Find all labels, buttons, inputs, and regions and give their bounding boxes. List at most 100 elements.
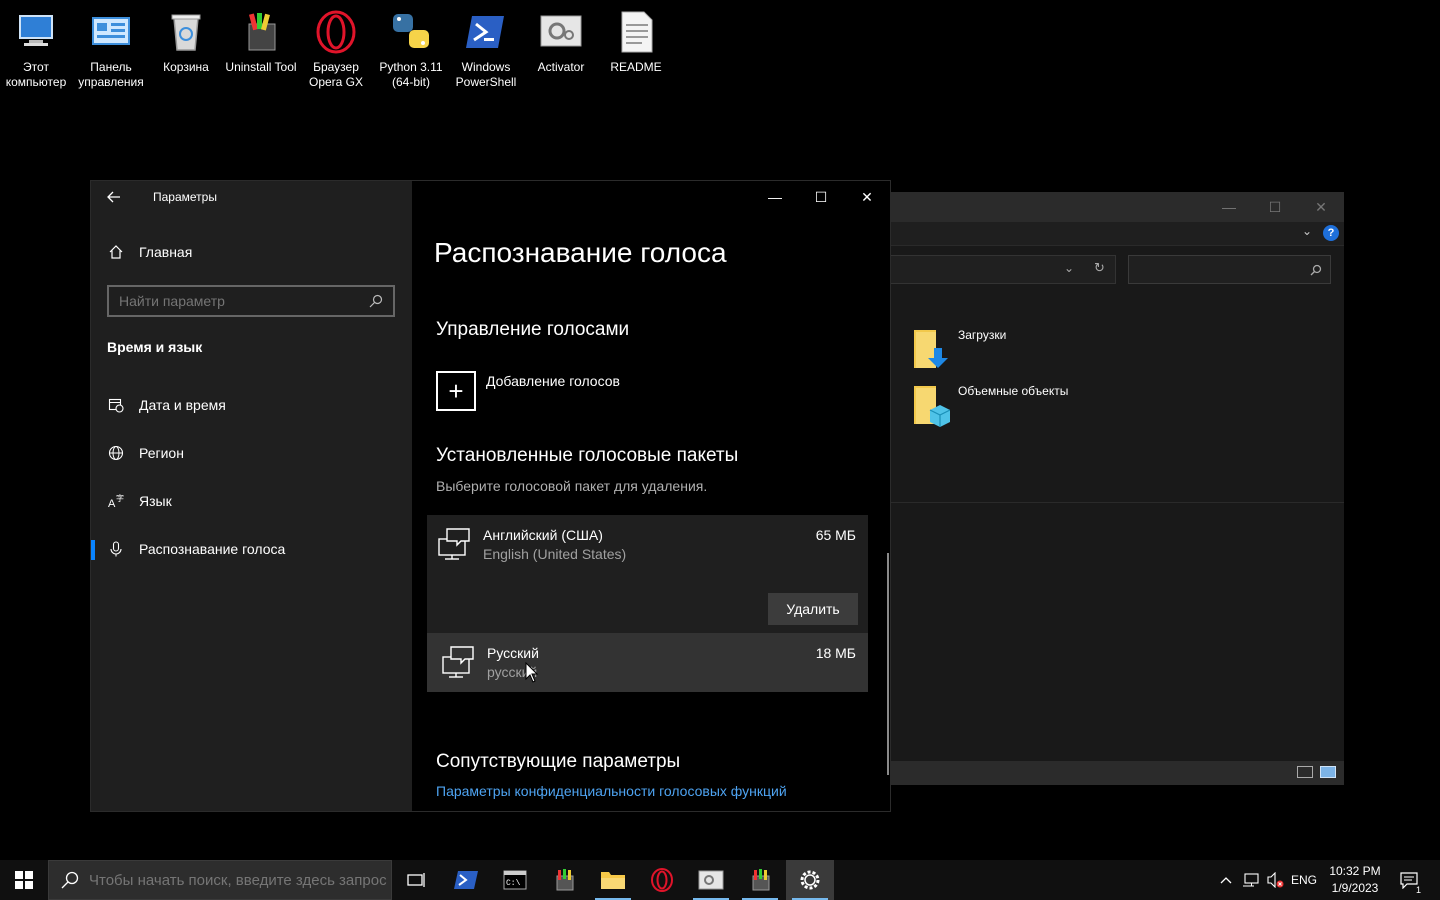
chevron-down-icon[interactable]: ⌄: [1064, 261, 1074, 275]
voice-pack-item[interactable]: Русский русский 18 МБ: [427, 633, 868, 692]
desktop-icon-powershell[interactable]: Windows PowerShell: [450, 6, 522, 90]
desktop-icon-label: Панель управления: [78, 60, 144, 89]
search-icon: [1310, 264, 1322, 276]
task-view-icon: [407, 873, 425, 887]
speech-privacy-link[interactable]: Параметры конфиденциальности голосовых ф…: [436, 783, 787, 799]
plus-icon: +: [436, 371, 476, 411]
voice-pack-size: 18 МБ: [815, 645, 856, 661]
chevron-down-icon[interactable]: ⌄: [1302, 224, 1312, 238]
explorer-ribbon: ⌄ ?: [890, 222, 1344, 246]
recycle-bin-icon: [171, 14, 201, 51]
voice-pack-item[interactable]: Английский (США) English (United States)…: [427, 515, 868, 633]
page-title: Распознавание голоса: [434, 237, 727, 268]
nav-item-region[interactable]: Регион: [107, 433, 407, 473]
maximize-button[interactable]: ☐: [1252, 192, 1298, 222]
taskbar-search[interactable]: [48, 860, 392, 900]
activator-icon: [540, 15, 582, 47]
3d-objects-folder-icon: [914, 386, 950, 427]
folder-icon: [601, 872, 625, 889]
taskbar-activator[interactable]: [687, 860, 735, 900]
taskbar-settings[interactable]: [786, 860, 834, 900]
tray-network[interactable]: [1240, 860, 1262, 900]
tray-clock[interactable]: 10:32 PM 1/9/2023: [1322, 863, 1388, 897]
desktop-icon-label: README: [610, 60, 662, 74]
nav-item-label: Распознавание голоса: [139, 541, 286, 557]
desktop-icon-recycle-bin[interactable]: Корзина: [150, 6, 222, 75]
downloads-folder-icon: [914, 330, 948, 368]
clock-time: 10:32 PM: [1329, 864, 1381, 878]
settings-search-input[interactable]: [119, 293, 369, 309]
explorer-search-input[interactable]: [1128, 255, 1331, 284]
large-icons-view-icon[interactable]: [1320, 766, 1336, 778]
explorer-window: — ☐ ✕ ⌄ ? ⌄ ↻ Загрузки Объемные объекты: [890, 192, 1344, 785]
explorer-statusbar: [890, 761, 1344, 785]
add-voices-button[interactable]: + Добавление голосов: [436, 371, 620, 411]
manage-voices-header: Управление голосами: [436, 319, 630, 340]
close-button[interactable]: ✕: [1298, 192, 1344, 222]
desktop-icon-label: Этот компьютер: [5, 60, 67, 89]
minimize-button[interactable]: —: [1206, 192, 1252, 222]
nav-item-language[interactable]: A字 Язык: [107, 481, 407, 521]
activator-icon: [698, 870, 724, 890]
taskbar: C:\: [0, 860, 1440, 900]
tray-volume[interactable]: [1264, 860, 1286, 900]
desktop-icon-activator[interactable]: Activator: [525, 6, 597, 75]
nav-item-date-time[interactable]: Дата и время: [107, 385, 407, 425]
action-center-button[interactable]: 1: [1394, 860, 1424, 900]
voice-pack-size: 65 МБ: [815, 527, 856, 543]
tray-language[interactable]: ENG: [1288, 860, 1320, 900]
gear-icon: [800, 870, 820, 890]
desktop-icon-uninstall-tool[interactable]: Uninstall Tool: [225, 6, 297, 75]
settings-titlebar: Параметры: [91, 181, 412, 213]
taskbar-uninstall-tool-running[interactable]: [736, 860, 784, 900]
start-button[interactable]: [0, 860, 48, 900]
mouse-cursor-icon: [525, 662, 539, 683]
maximize-button[interactable]: ☐: [798, 181, 844, 213]
svg-text:A: A: [108, 498, 116, 509]
minimize-button[interactable]: —: [752, 181, 798, 213]
opera-gx-icon: [316, 10, 356, 54]
windows-logo-icon: [15, 871, 33, 889]
folder-label: Объемные объекты: [958, 384, 1069, 398]
taskbar-opera-gx[interactable]: [638, 860, 686, 900]
python-icon: [393, 14, 429, 48]
scrollbar[interactable]: [887, 553, 889, 775]
taskbar-file-explorer[interactable]: [589, 860, 637, 900]
folder-label: Загрузки: [958, 328, 1007, 342]
taskbar-uninstall-tool[interactable]: [540, 860, 588, 900]
powershell-icon: [466, 16, 504, 48]
refresh-icon[interactable]: ↻: [1094, 260, 1105, 276]
help-icon[interactable]: ?: [1323, 225, 1339, 241]
folder-item[interactable]: Объемные объекты: [912, 384, 1068, 428]
volume-muted-icon: [1267, 872, 1284, 888]
installed-packs-subtext: Выберите голосовой пакет для удаления.: [436, 478, 708, 494]
address-bar[interactable]: ⌄ ↻: [890, 255, 1116, 284]
desktop-icon-opera-gx[interactable]: Браузер Opera GX: [300, 6, 372, 90]
voice-pack-name: Русский: [487, 645, 539, 661]
settings-search-box[interactable]: [107, 285, 395, 317]
nav-item-speech[interactable]: Распознавание голоса: [91, 529, 407, 569]
details-view-icon[interactable]: [1297, 766, 1313, 778]
back-button[interactable]: [91, 181, 137, 213]
delete-button[interactable]: Удалить: [768, 593, 858, 625]
desktop-icon-readme[interactable]: README: [600, 6, 672, 75]
tray-overflow-button[interactable]: [1216, 860, 1236, 900]
folder-item[interactable]: Загрузки: [912, 328, 1006, 372]
desktop-icon-label: Браузер Opera GX: [308, 60, 364, 89]
chevron-up-icon: [1220, 877, 1232, 884]
voice-pack-name: Английский (США): [483, 527, 603, 543]
desktop-icon-control-panel[interactable]: Панель управления: [75, 6, 147, 90]
clock-date: 1/9/2023: [1331, 881, 1379, 895]
taskbar-terminal[interactable]: C:\: [491, 860, 539, 900]
desktop-icon-python[interactable]: Python 3.11 (64-bit): [375, 6, 447, 90]
control-panel-icon: [92, 17, 130, 45]
taskbar-powershell[interactable]: [442, 860, 490, 900]
explorer-titlebar: — ☐ ✕: [890, 192, 1344, 222]
close-button[interactable]: ✕: [844, 181, 890, 213]
window-controls: — ☐ ✕: [752, 181, 890, 213]
nav-home[interactable]: Главная: [107, 243, 192, 261]
desktop-icon-this-pc[interactable]: Этот компьютер: [0, 6, 72, 90]
task-view-button[interactable]: [392, 860, 440, 900]
desktop-icon-label: Корзина: [163, 60, 209, 74]
taskbar-search-input[interactable]: [89, 871, 389, 889]
